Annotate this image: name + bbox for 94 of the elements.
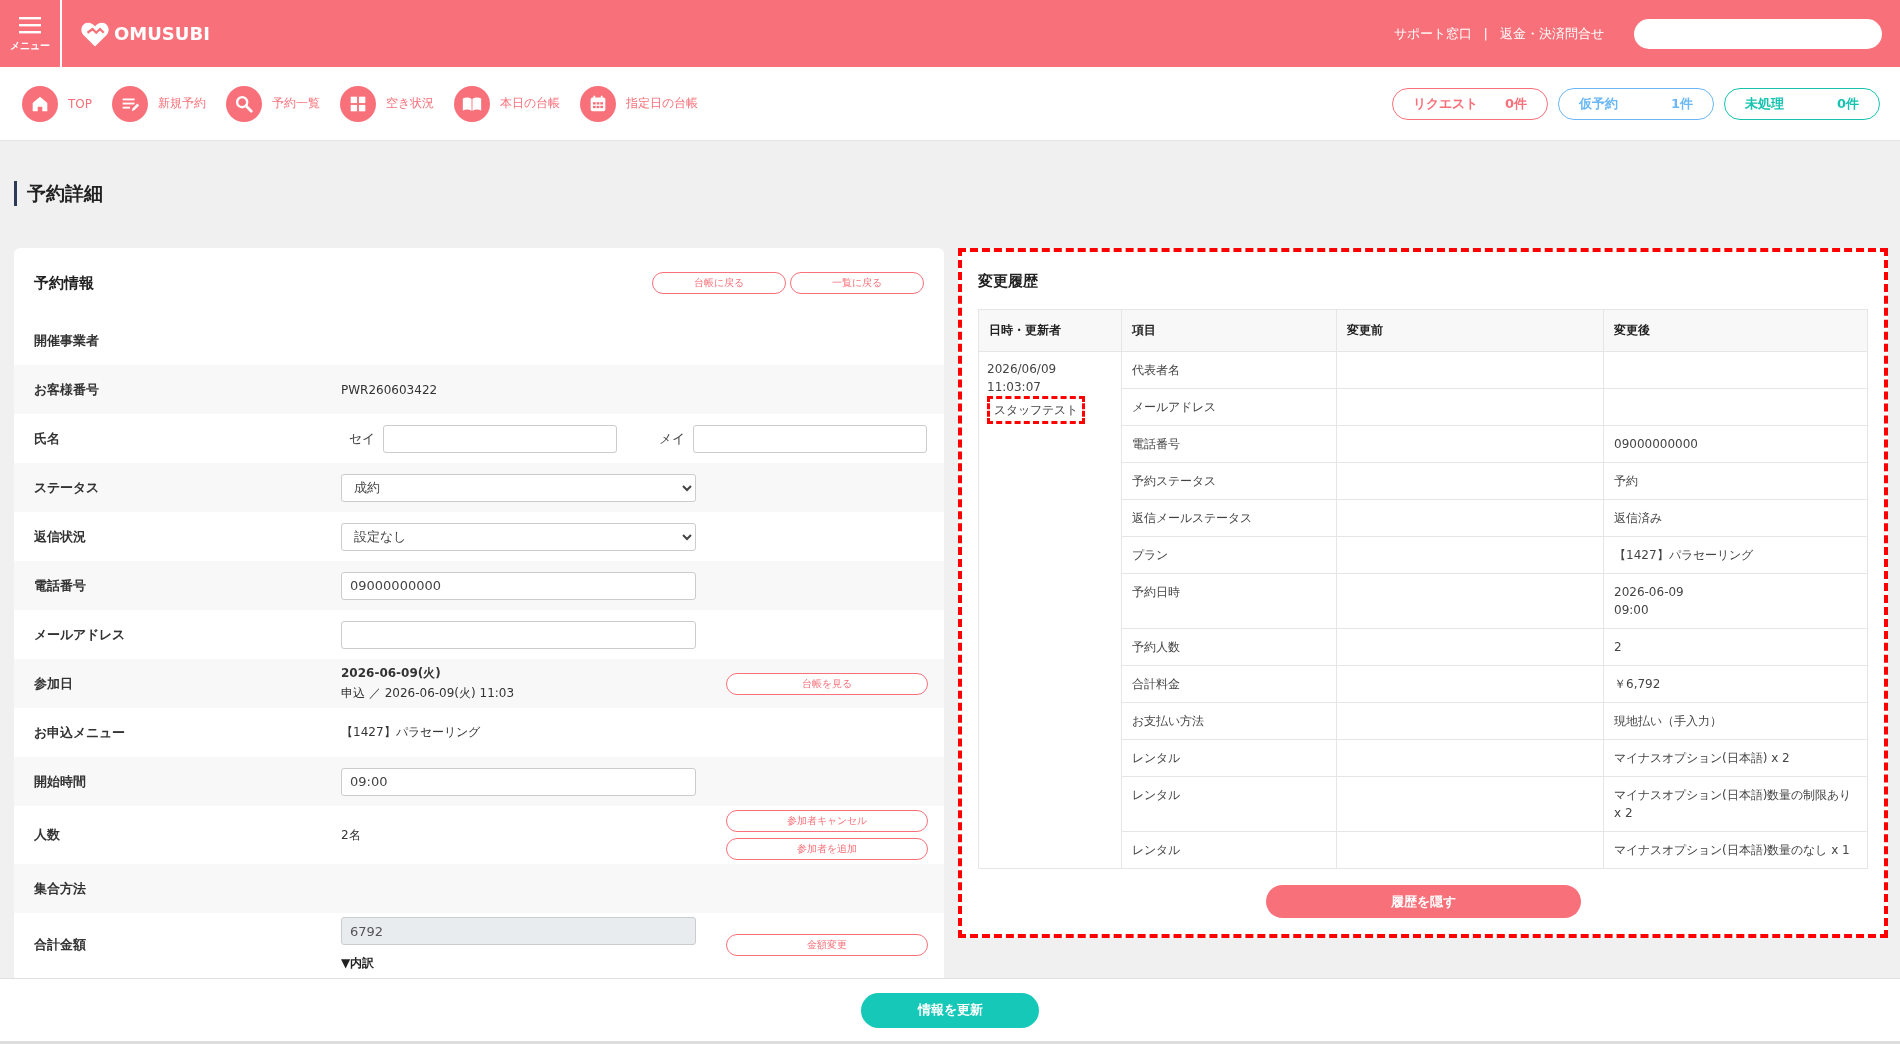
field-value: 【1427】パラセーリング bbox=[341, 725, 480, 739]
nav-link[interactable]: 空き状況 bbox=[386, 95, 434, 112]
table-cell: 09000000000 bbox=[1603, 425, 1868, 463]
table-cell: 予約人数 bbox=[1121, 628, 1337, 666]
logo-text: OMUSUBI bbox=[114, 23, 210, 44]
table-cell: 電話番号 bbox=[1121, 425, 1337, 463]
table-cell: マイナスオプション(日本語)数量のなし x 1 bbox=[1603, 831, 1868, 869]
counter-label: 仮予約 bbox=[1579, 94, 1618, 113]
counter-count: 0件 bbox=[1504, 94, 1527, 113]
table-cell: マイナスオプション(日本語)数量の制限あり x 2 bbox=[1603, 776, 1868, 832]
field-label: 氏名 bbox=[34, 429, 61, 448]
updater-name: スタッフテスト bbox=[987, 396, 1085, 424]
header-link[interactable]: 返金・決済問合せ bbox=[1500, 24, 1604, 43]
table-cell: 返信メールステータス bbox=[1121, 499, 1337, 537]
text-input[interactable] bbox=[341, 620, 696, 649]
column-header: 変更後 bbox=[1603, 309, 1868, 352]
field-label: 合計金額 bbox=[34, 935, 87, 954]
nav-link[interactable]: 予約一覧 bbox=[272, 95, 320, 112]
name-label: メイ bbox=[659, 429, 685, 448]
field-label: お申込メニュー bbox=[34, 723, 126, 742]
action-button[interactable]: 参加者を追加 bbox=[726, 838, 928, 860]
field-label: 開催事業者 bbox=[34, 331, 100, 350]
field-label: お客様番号 bbox=[34, 380, 100, 399]
table-cell: レンタル bbox=[1121, 776, 1337, 832]
table-cell: 予約日時 bbox=[1121, 573, 1337, 629]
nav-icon-circle[interactable] bbox=[22, 85, 58, 122]
table-cell: 2 bbox=[1603, 628, 1868, 666]
nav-icon-circle[interactable] bbox=[454, 85, 490, 122]
name-input[interactable] bbox=[383, 424, 617, 453]
update-time: 2026/06/09 11:03:07 bbox=[987, 361, 1058, 396]
table-cell: 2026-06-09 09:00 bbox=[1603, 573, 1868, 629]
table-cell: 代表者名 bbox=[1121, 351, 1337, 389]
update-button[interactable]: 情報を更新 bbox=[861, 992, 1039, 1028]
counter-button[interactable]: 仮予約 1件 bbox=[1558, 87, 1714, 120]
counter-button[interactable]: リクエスト 0件 bbox=[1392, 87, 1548, 120]
table-cell: レンタル bbox=[1121, 831, 1337, 869]
column-header: 変更前 bbox=[1336, 309, 1604, 352]
back-button[interactable]: 一覧に戻る bbox=[790, 272, 924, 294]
table-cell: ￥6,792 bbox=[1603, 665, 1868, 703]
name-input[interactable] bbox=[693, 424, 927, 453]
table-cell: 予約 bbox=[1603, 462, 1868, 500]
date-value: 2026-06-09(火) bbox=[341, 665, 442, 682]
counter-label: 未処理 bbox=[1745, 94, 1784, 113]
table-cell: 合計料金 bbox=[1121, 665, 1337, 703]
menu-icon bbox=[18, 14, 42, 35]
field-label: 集合方法 bbox=[34, 879, 87, 898]
column-header: 日時・更新者 bbox=[978, 309, 1122, 352]
back-button[interactable]: 台帳に戻る bbox=[652, 272, 786, 294]
counter-count: 0件 bbox=[1836, 94, 1859, 113]
nav-icon-circle[interactable] bbox=[580, 85, 616, 122]
table-cell: プラン bbox=[1121, 536, 1337, 574]
table-cell: 返信済み bbox=[1603, 499, 1868, 537]
field-label: ステータス bbox=[34, 478, 100, 497]
table-cell: お支払い方法 bbox=[1121, 702, 1337, 740]
name-label: セイ bbox=[349, 429, 375, 448]
field-label: 人数 bbox=[34, 826, 61, 844]
link-separator: | bbox=[1483, 26, 1488, 41]
action-button[interactable]: 台帳を見る bbox=[726, 672, 928, 695]
counter-button[interactable]: 未処理 0件 bbox=[1724, 87, 1880, 120]
nav-icon-circle[interactable] bbox=[340, 85, 376, 122]
table-cell: 【1427】パラセーリング bbox=[1603, 536, 1868, 574]
table-cell: レンタル bbox=[1121, 739, 1337, 777]
text-input[interactable]: 09000000000 bbox=[341, 571, 696, 600]
nav-link[interactable]: 本日の台帳 bbox=[500, 95, 560, 112]
section-title: 変更履歴 bbox=[978, 272, 1038, 291]
field-label: 返信状況 bbox=[34, 527, 87, 546]
field-value: PWR260603422 bbox=[341, 382, 438, 397]
table-cell: マイナスオプション(日本語) x 2 bbox=[1603, 739, 1868, 777]
field-value: 2名 bbox=[341, 827, 361, 842]
field-label: 電話番号 bbox=[34, 576, 87, 595]
column-header: 項目 bbox=[1121, 309, 1337, 352]
text-input[interactable]: 09:00 bbox=[341, 767, 696, 796]
nav-link[interactable]: TOP bbox=[68, 96, 92, 111]
field-label: 開始時間 bbox=[34, 772, 87, 791]
table-cell: メールアドレス bbox=[1121, 388, 1337, 426]
counter-label: リクエスト bbox=[1413, 94, 1478, 113]
field-label: 参加日 bbox=[34, 674, 74, 693]
nav-icon-circle[interactable] bbox=[226, 85, 262, 122]
nav-link[interactable]: 新規予約 bbox=[158, 95, 206, 112]
status-select[interactable]: 成約 bbox=[341, 473, 696, 502]
nav-link[interactable]: 指定日の台帳 bbox=[626, 95, 698, 112]
page-title: 予約詳細 bbox=[14, 181, 1895, 206]
field-label: メールアドレス bbox=[34, 625, 126, 644]
action-button[interactable]: 参加者キャンセル bbox=[726, 810, 928, 832]
section-title: 予約情報 bbox=[34, 273, 94, 293]
nav-icon-circle[interactable] bbox=[112, 85, 148, 122]
table-cell: 現地払い（手入力） bbox=[1603, 702, 1868, 740]
search-field[interactable] bbox=[1634, 18, 1882, 49]
header-link[interactable]: サポート窓口 bbox=[1393, 24, 1472, 43]
table-cell: 予約ステータス bbox=[1121, 462, 1337, 500]
counter-count: 1件 bbox=[1670, 94, 1693, 113]
status-select[interactable]: 設定なし bbox=[341, 522, 696, 551]
application-date: 申込 ／ 2026-06-09(火) 11:03 bbox=[341, 685, 516, 702]
hide-history-button[interactable]: 履歴を隠す bbox=[1265, 885, 1581, 918]
